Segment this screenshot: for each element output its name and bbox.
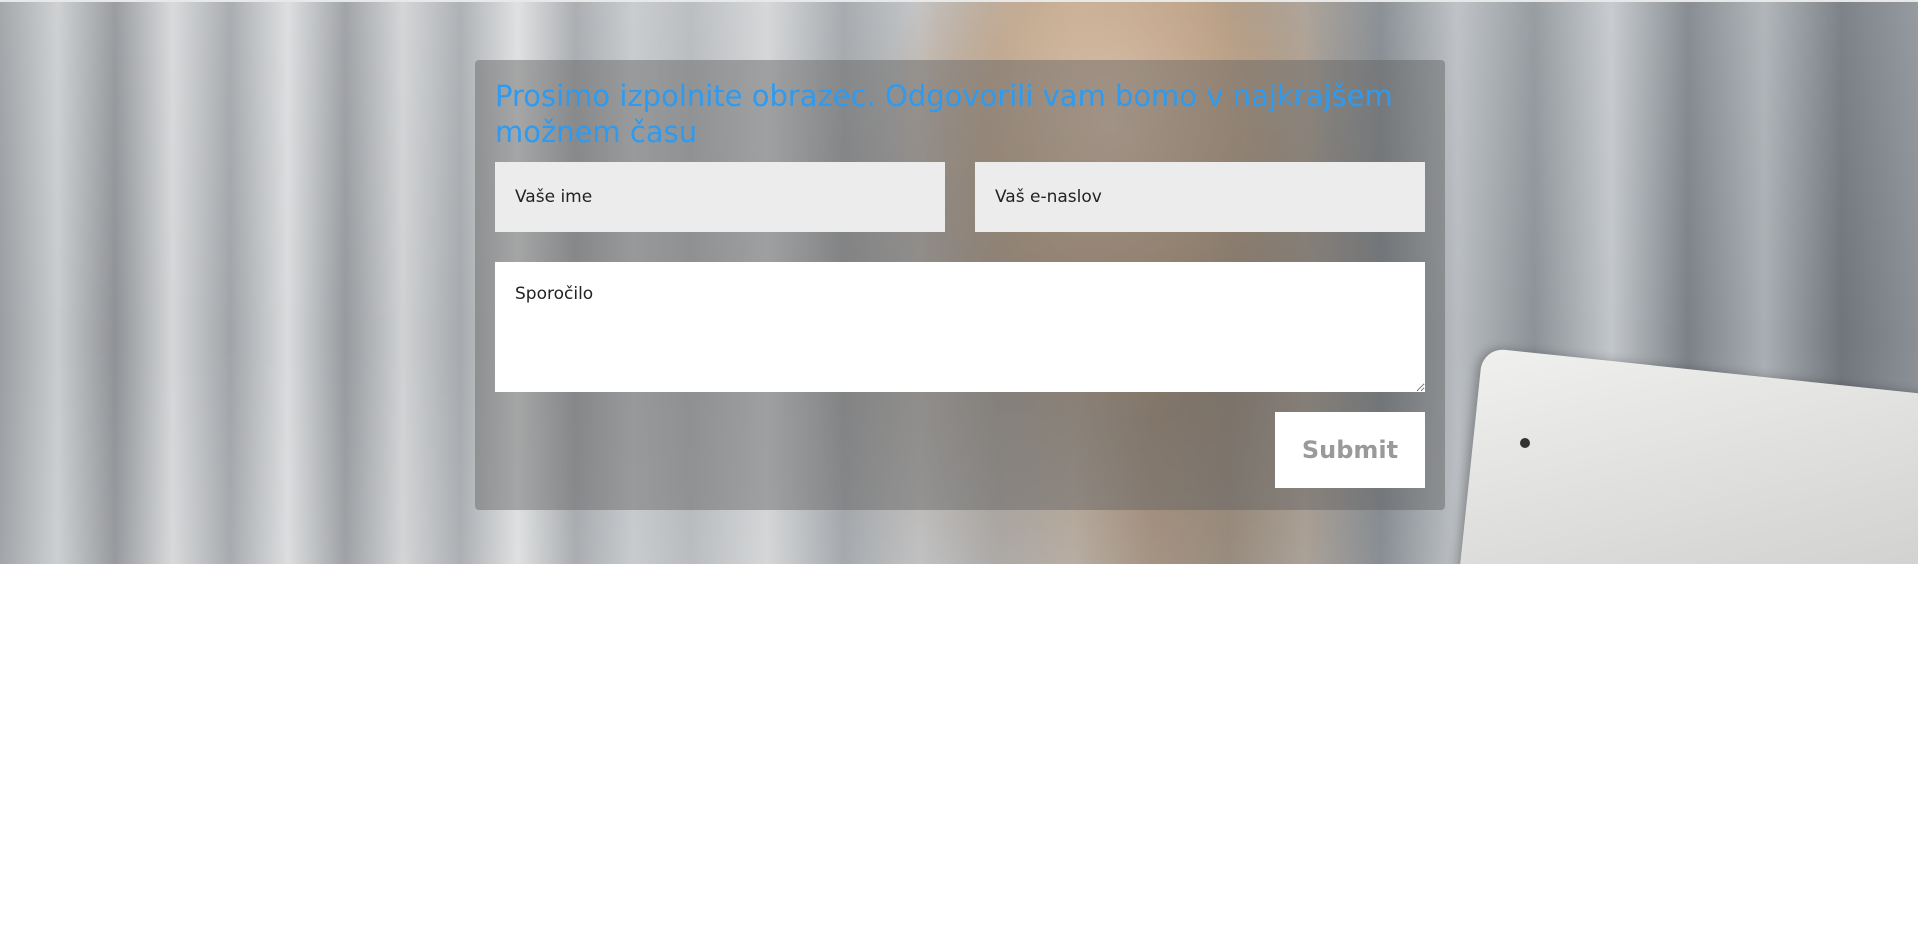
tablet-camera-dot <box>1520 438 1530 448</box>
submit-button[interactable]: Submit <box>1275 412 1425 488</box>
name-input[interactable] <box>495 162 945 232</box>
hero-background-image: Prosimo izpolnite obrazec. Odgovorili va… <box>0 0 1918 564</box>
message-textarea[interactable] <box>495 262 1425 392</box>
contact-form: Prosimo izpolnite obrazec. Odgovorili va… <box>475 60 1445 510</box>
email-input[interactable] <box>975 162 1425 232</box>
form-title: Prosimo izpolnite obrazec. Odgovorili va… <box>495 79 1393 149</box>
